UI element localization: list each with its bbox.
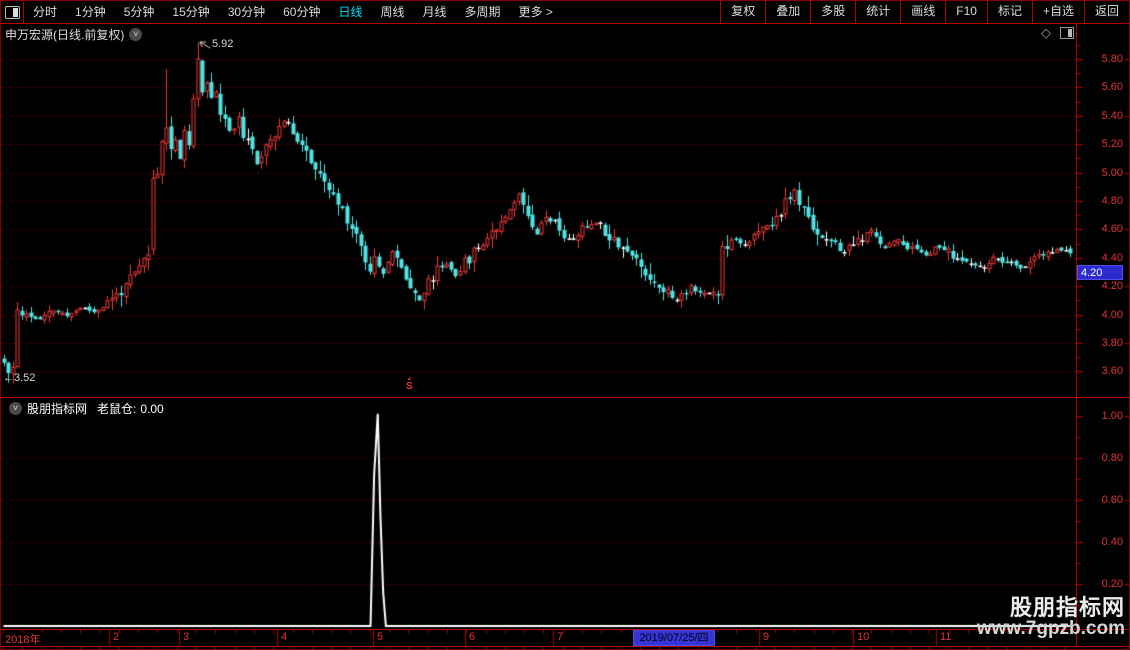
month-label-2: 2	[113, 631, 120, 643]
title-icons: ◇	[1041, 25, 1074, 41]
watermark-url: www.7gpzb.com	[976, 618, 1125, 640]
split-view-icon[interactable]	[1060, 27, 1074, 39]
toolbar-action-8[interactable]: 返回	[1083, 1, 1129, 23]
top-toolbar: 分时 1分钟 5分钟 15分钟 30分钟 60分钟 日线 周线 月线 多周期 更多 > 复权 叠加 多股…	[1, 1, 1129, 24]
candlestick-chart-canvas[interactable]	[1, 1, 1129, 649]
price-axis-label: 5.00	[1101, 166, 1123, 179]
date-axis-top-line	[1, 629, 1129, 630]
signal-marker: ▴ S	[406, 376, 413, 392]
month-label-5: 5	[377, 631, 384, 643]
toolbar-action-0[interactable]: 复权	[720, 1, 765, 23]
price-axis-label: 3.80	[1101, 337, 1123, 349]
toolbar-action-1[interactable]: 叠加	[765, 1, 810, 23]
price-axis-label: 4.80	[1101, 195, 1123, 207]
watermark: 股朋指标网 www.7gpzb.com	[977, 596, 1125, 639]
price-axis-label: 5.60	[1101, 81, 1123, 94]
indicator-axis-label: 0.20	[1101, 578, 1123, 590]
indicator-axis-label: 0.80	[1101, 452, 1123, 464]
month-label-4: 4	[281, 631, 288, 643]
toolbar-action-4[interactable]: 画线	[900, 1, 945, 23]
month-label-9: 9	[763, 631, 770, 643]
indicator-axis-label: 0.40	[1101, 536, 1123, 548]
tab-period-2[interactable]: 5分钟	[115, 2, 164, 23]
price-cursor-box: 4.20	[1077, 265, 1123, 280]
indicator-value: 0.00	[140, 401, 164, 416]
indicator-header: ˅ 股朋指标网 老鼠仓: 0.00	[4, 400, 164, 417]
month-label-11: 11	[940, 631, 952, 643]
indicator-axis-label: 0.60	[1101, 494, 1123, 506]
indicator-name: 老鼠仓:	[97, 402, 137, 416]
axis-divider-line	[1076, 23, 1077, 647]
tab-period-0[interactable]: 分时	[24, 2, 66, 23]
chevron-down-icon[interactable]: ˅	[129, 28, 143, 41]
tab-period-8[interactable]: 月线	[414, 2, 456, 23]
month-label-10: 10	[857, 631, 870, 643]
layout-split-icon[interactable]	[1, 1, 24, 23]
price-axis-label: 4.20	[1101, 280, 1123, 293]
date-cursor-box: 2019/07/25/四	[633, 630, 715, 646]
price-axis-label: 4.60	[1101, 223, 1123, 236]
price-axis-label: 3.60	[1101, 365, 1123, 378]
toolbar-actions: 复权 叠加 多股 统计 画线 F10 标记 +自选 返回	[720, 1, 1129, 23]
tab-period-3[interactable]: 15分钟	[163, 2, 218, 23]
toolbar-action-7[interactable]: +自选	[1031, 1, 1084, 23]
panel-separator-line	[1, 397, 1129, 398]
month-label-3: 3	[183, 631, 190, 643]
tab-period-1[interactable]: 1分钟	[66, 2, 115, 23]
price-axis-label: 4.00	[1101, 308, 1123, 321]
diamond-icon[interactable]: ◇	[1041, 25, 1051, 41]
indicator-site-label: 股朋指标网	[27, 402, 88, 416]
tab-period-6[interactable]: 日线	[329, 2, 371, 23]
toolbar-action-2[interactable]: 多股	[810, 1, 855, 23]
tdx-window: 分时 1分钟 5分钟 15分钟 30分钟 60分钟 日线 周线 月线 多周期 更多 > 复权 叠加 多股…	[0, 0, 1130, 650]
chart-title-row: 申万宏源(日线.前复权) ˅	[5, 26, 143, 43]
chevron-down-icon[interactable]: ˅	[9, 402, 22, 415]
low-annotation: ←3.52	[3, 372, 36, 384]
chart-title: 申万宏源(日线.前复权)	[5, 28, 125, 42]
indicator-axis-label: 1.00	[1101, 410, 1123, 422]
high-annotation: 5.92	[212, 38, 234, 50]
toolbar-action-6[interactable]: 标记	[986, 1, 1032, 23]
month-label-6: 6	[469, 631, 476, 643]
panel-icon	[4, 5, 20, 19]
price-axis-label: 5.80	[1101, 53, 1123, 65]
year-label: 2018年	[5, 634, 41, 646]
watermark-site: 股朋指标网	[1009, 595, 1125, 620]
signal-letter: S	[406, 381, 413, 392]
tab-period-9[interactable]: 多周期	[456, 2, 510, 23]
month-label-7: 7	[557, 631, 564, 643]
toolbar-action-3[interactable]: 统计	[855, 1, 900, 23]
tab-period-10[interactable]: 更多 >	[510, 2, 562, 23]
price-axis-label: 4.40	[1101, 251, 1123, 264]
toolbar-action-5[interactable]: F10	[945, 1, 987, 23]
price-axis-label: 5.20	[1101, 138, 1123, 151]
tab-period-4[interactable]: 30分钟	[219, 2, 274, 23]
date-axis-bottom-line	[1, 646, 1129, 647]
tab-period-7[interactable]: 周线	[371, 2, 413, 23]
period-tabs: 分时 1分钟 5分钟 15分钟 30分钟 60分钟 日线 周线 月线 多周期 更多 >	[24, 1, 562, 23]
price-axis-label: 5.40	[1101, 109, 1123, 122]
tab-period-5[interactable]: 60分钟	[274, 2, 329, 23]
